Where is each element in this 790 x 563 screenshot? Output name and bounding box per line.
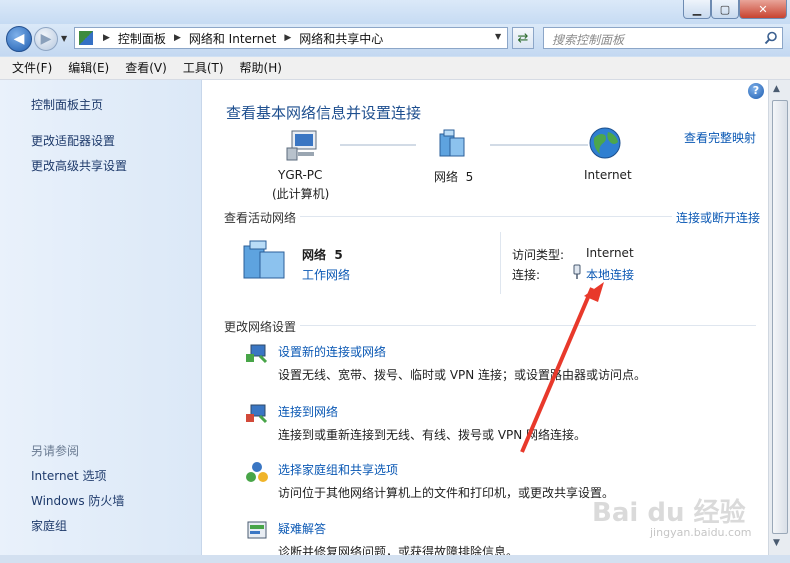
annotation-arrow	[520, 282, 604, 453]
scroll-down-arrow-icon[interactable]: ▼	[773, 538, 780, 548]
scroll-up-arrow-icon[interactable]: ▲	[773, 84, 780, 94]
scrollbar-thumb[interactable]	[772, 100, 788, 534]
status-bar	[0, 555, 790, 563]
vertical-scrollbar[interactable]: ▲ ▼	[768, 80, 790, 555]
